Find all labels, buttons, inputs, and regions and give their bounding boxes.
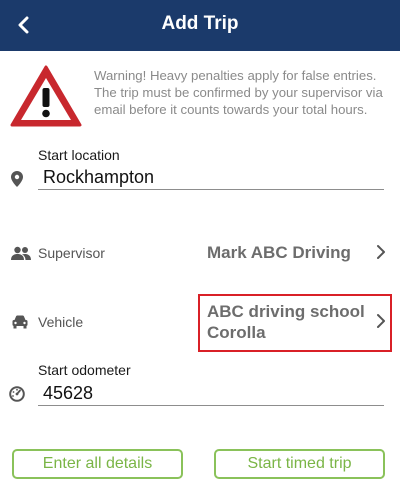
page-title: Add Trip: [161, 13, 239, 34]
supervisor-label: Supervisor: [38, 245, 105, 261]
car-icon: [11, 313, 29, 331]
vehicle-value-line2: Corolla: [207, 323, 266, 342]
warning-triangle-icon: [10, 65, 82, 127]
chevron-right-icon[interactable]: [375, 244, 387, 260]
start-odometer-input[interactable]: 45628: [43, 383, 93, 404]
speedometer-icon: [8, 385, 26, 403]
warning-text: Warning! Heavy penalties apply for false…: [94, 68, 383, 117]
vehicle-value-line1: ABC driving school: [207, 302, 365, 321]
vehicle-selector[interactable]: ABC driving school Corolla: [198, 294, 392, 352]
enter-all-details-button[interactable]: Enter all details: [12, 449, 183, 479]
start-location-underline: [38, 189, 384, 190]
location-pin-icon: [8, 170, 26, 188]
start-timed-trip-button[interactable]: Start timed trip: [214, 449, 385, 479]
vehicle-label: Vehicle: [38, 314, 84, 330]
people-icon: [11, 244, 31, 262]
start-location-label: Start location: [38, 147, 120, 163]
start-location-input[interactable]: Rockhampton: [43, 167, 154, 188]
chevron-right-icon: [377, 314, 385, 328]
warning-notice: Warning! Heavy penalties apply for false…: [10, 64, 390, 132]
start-odometer-label: Start odometer: [38, 362, 131, 378]
app-bar: Add Trip: [0, 0, 400, 51]
start-odometer-underline: [38, 405, 384, 406]
supervisor-value[interactable]: Mark ABC Driving: [207, 242, 351, 263]
